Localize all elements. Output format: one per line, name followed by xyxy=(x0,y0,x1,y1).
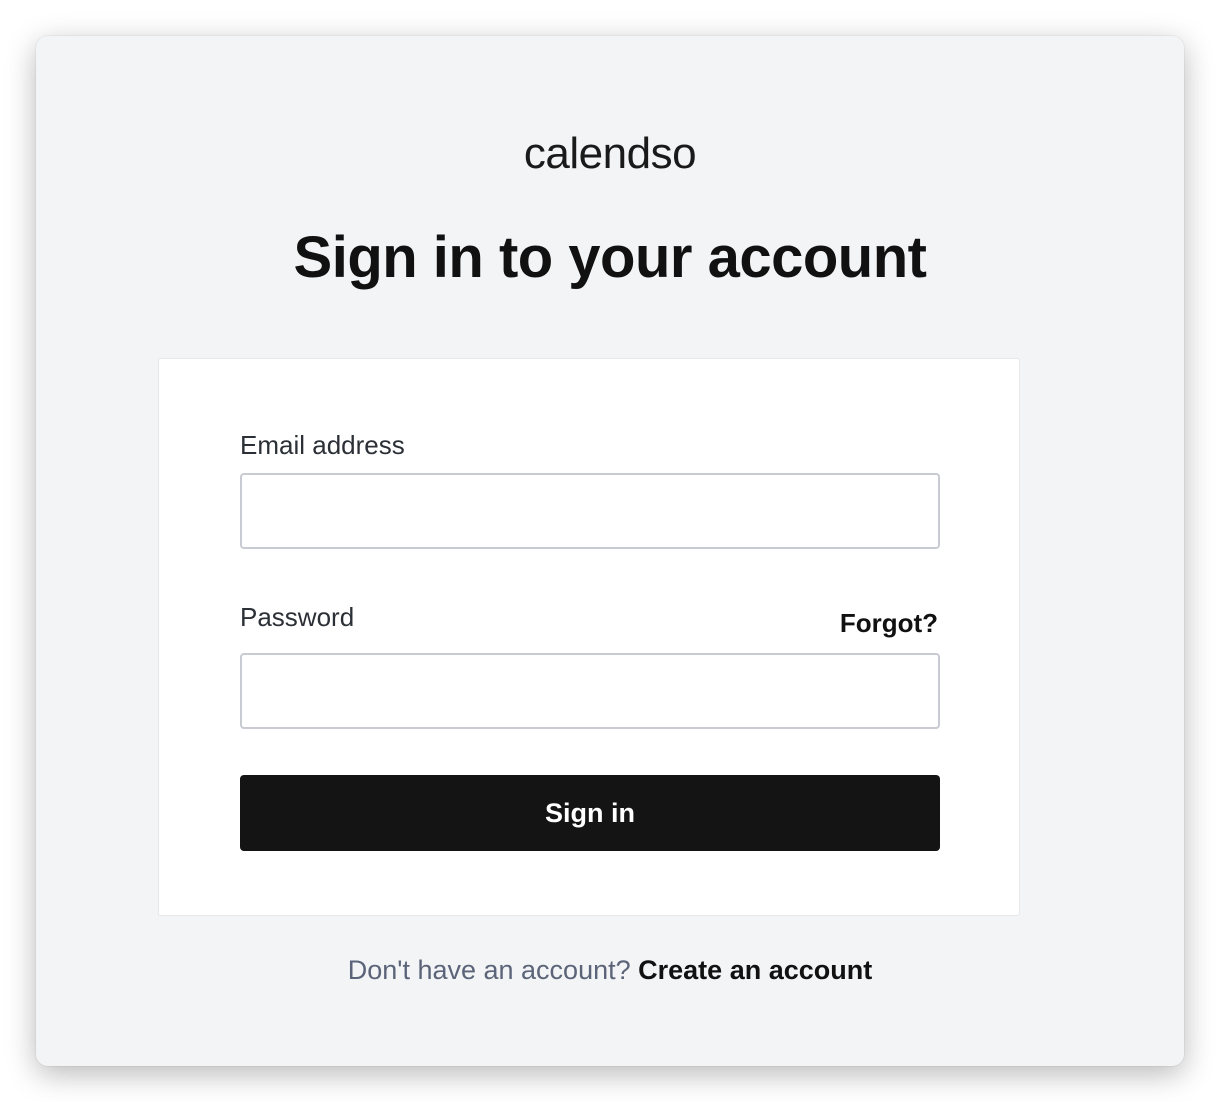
calendso-logo: calendso xyxy=(523,129,697,178)
page-title: Sign in to your account xyxy=(293,225,927,290)
login-form-card: Email address Password Forgot? Sign in xyxy=(158,358,1020,916)
signup-prompt: Don't have an account? Create an account xyxy=(36,952,1184,988)
signup-prompt-text: Don't have an account? xyxy=(347,955,631,985)
email-field[interactable] xyxy=(240,473,940,549)
sign-in-button[interactable]: Sign in xyxy=(240,775,940,851)
email-label: Email address xyxy=(240,430,405,460)
login-window: calendso Sign in to your account Email a… xyxy=(36,36,1184,1066)
password-field[interactable] xyxy=(240,653,940,729)
password-label: Password xyxy=(240,602,355,632)
create-account-link[interactable]: Create an account xyxy=(638,955,872,985)
forgot-password-link[interactable]: Forgot? xyxy=(840,607,938,639)
